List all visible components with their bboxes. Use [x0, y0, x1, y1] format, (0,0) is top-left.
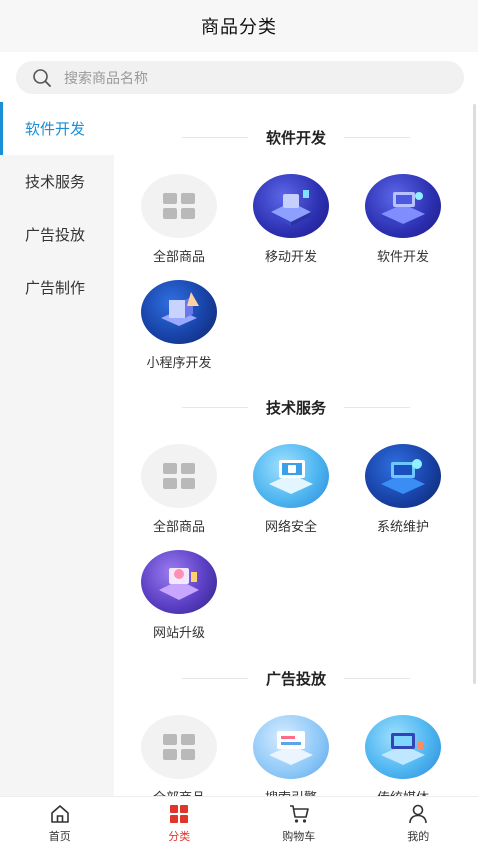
cart-icon	[288, 803, 310, 825]
grid-icon	[141, 174, 217, 238]
tab-cart[interactable]: 购物车	[239, 797, 359, 850]
category-label: 搜索引擎	[241, 787, 341, 796]
sidebar-item-label: 技术服务	[25, 174, 86, 191]
divider	[181, 136, 248, 138]
category-item[interactable]: 全部商品	[129, 444, 229, 535]
system-maintenance-illustration	[365, 444, 441, 508]
sidebar-item-ad-production[interactable]: 广告制作	[0, 261, 114, 314]
category-item[interactable]: 网络安全	[241, 444, 341, 535]
network-security-illustration	[253, 444, 329, 508]
bottom-tab-bar: 首页 分类 购物车 我的	[0, 796, 478, 850]
category-icon	[168, 803, 190, 825]
section-title-text: 广告投放	[265, 670, 326, 688]
traditional-media-illustration	[365, 715, 441, 779]
section-title: 广告投放	[114, 666, 478, 690]
category-label: 传统媒体	[353, 787, 453, 796]
tab-category[interactable]: 分类	[120, 797, 240, 850]
category-sidebar: 软件开发 技术服务 广告投放 广告制作	[0, 102, 114, 796]
category-label: 全部商品	[152, 519, 205, 534]
mobile-dev-illustration	[253, 174, 329, 238]
sidebar-item-label: 广告投放	[25, 227, 86, 244]
section-title-text: 技术服务	[265, 399, 326, 417]
search-engine-illustration	[253, 715, 329, 779]
divider	[344, 406, 410, 408]
category-label: 全部商品	[152, 249, 205, 264]
home-icon	[49, 803, 71, 825]
grid-icon	[141, 715, 217, 779]
app-header: 商品分类	[0, 0, 478, 52]
tab-label: 购物车	[282, 831, 316, 843]
category-label: 系统维护	[376, 519, 429, 534]
divider	[344, 677, 410, 679]
category-label: 网站升级	[152, 625, 205, 640]
sidebar-item-ad-placement[interactable]: 广告投放	[0, 208, 114, 261]
divider	[181, 677, 248, 679]
mini-program-illustration	[141, 280, 217, 344]
tab-label: 首页	[48, 831, 71, 843]
sidebar-item-software-dev[interactable]: 软件开发	[0, 102, 114, 155]
category-item[interactable]: 系统维护	[353, 444, 453, 535]
sidebar-item-label: 广告制作	[25, 280, 86, 297]
page-title: 商品分类	[201, 17, 277, 37]
tab-profile[interactable]: 我的	[359, 797, 478, 850]
grid-icon	[141, 444, 217, 508]
tab-home[interactable]: 首页	[0, 797, 120, 850]
tab-label: 分类	[168, 831, 191, 843]
category-item[interactable]: 软件开发	[353, 174, 453, 265]
divider	[181, 406, 248, 408]
search-icon	[32, 68, 52, 88]
category-item[interactable]: 全部商品	[129, 174, 229, 265]
category-content: 软件开发 全部商品 移动开发 软件开发 小程序开发 技术服务 全部商品 网络安全…	[114, 102, 478, 796]
search-bar-container	[0, 52, 478, 102]
category-item[interactable]: 网站升级	[129, 550, 229, 641]
tab-label: 我的	[407, 831, 430, 843]
category-label: 全部商品	[129, 787, 229, 796]
category-item[interactable]: 搜索引擎	[241, 715, 341, 796]
category-label: 移动开发	[264, 249, 317, 264]
section-title-text: 软件开发	[265, 129, 326, 147]
category-item[interactable]: 小程序开发	[129, 280, 229, 371]
section-title: 软件开发	[114, 125, 478, 149]
category-label: 网络安全	[264, 519, 317, 534]
category-label: 软件开发	[376, 249, 429, 264]
search-bar[interactable]	[16, 61, 464, 94]
user-icon	[407, 803, 429, 825]
category-item[interactable]: 移动开发	[241, 174, 341, 265]
scrollbar[interactable]	[473, 104, 476, 684]
search-input[interactable]	[64, 69, 424, 86]
website-upgrade-illustration	[141, 550, 217, 614]
divider	[344, 136, 410, 138]
category-label: 小程序开发	[146, 355, 212, 370]
section-title: 技术服务	[114, 395, 478, 419]
software-dev-illustration	[365, 174, 441, 238]
sidebar-item-label: 软件开发	[25, 121, 86, 138]
sidebar-item-tech-service[interactable]: 技术服务	[0, 155, 114, 208]
category-item[interactable]: 传统媒体	[353, 715, 453, 796]
category-item[interactable]: 全部商品	[129, 715, 229, 796]
